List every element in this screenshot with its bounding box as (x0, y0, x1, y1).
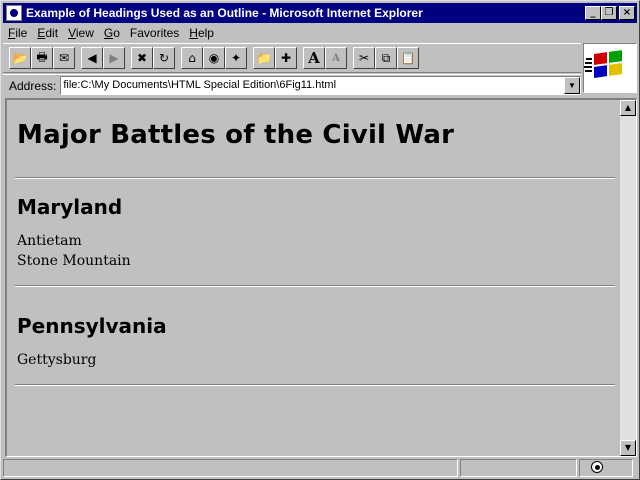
print-icon[interactable]: 🖶 (31, 47, 53, 69)
menu-go-label: o (113, 26, 120, 40)
list-item: Stone Mountain (17, 253, 131, 269)
home-icon[interactable]: ⌂ (181, 47, 203, 69)
close-button[interactable]: × (619, 6, 635, 20)
open-favorites-icon[interactable]: 📁 (253, 47, 275, 69)
stop-icon[interactable]: ✖ (131, 47, 153, 69)
menu-favorites[interactable]: Favorites (125, 24, 184, 42)
section-heading: Pennsylvania (17, 314, 167, 338)
refresh-icon[interactable]: ↻ (153, 47, 175, 69)
windows-logo-icon (583, 43, 637, 93)
toolbar: 📂 🖶 ✉ ◀ ▶ ✖ ↻ ⌂ ◉ ✦ 📁 ✚ A A ✂ ⧉ 📋 (3, 43, 581, 73)
forward-icon[interactable]: ▶ (103, 47, 125, 69)
menu-help[interactable]: Help (184, 24, 219, 42)
address-bar: Address: file:C:\My Documents\HTML Speci… (3, 74, 581, 96)
mail-icon[interactable]: ✉ (53, 47, 75, 69)
address-value: file:C:\My Documents\HTML Special Editio… (63, 79, 337, 91)
menu-favorites-label: Favorites (129, 26, 180, 40)
menu-view-label: iew (75, 26, 94, 40)
add-favorite-icon[interactable]: ✚ (275, 47, 297, 69)
address-input[interactable]: file:C:\My Documents\HTML Special Editio… (60, 76, 581, 95)
copy-icon[interactable]: ⧉ (375, 47, 397, 69)
font-larger-glyph: A (308, 49, 320, 67)
horizontal-rule (15, 384, 615, 386)
scroll-down-button[interactable]: ▼ (620, 440, 636, 456)
menu-file-label: ile (15, 26, 28, 40)
document-body: Major Battles of the Civil War Maryland … (7, 100, 618, 456)
font-smaller-glyph: A (332, 52, 340, 64)
status-zone (460, 459, 577, 477)
paste-icon[interactable]: 📋 (397, 47, 419, 69)
page-title: Major Battles of the Civil War (17, 120, 455, 150)
section-heading: Maryland (17, 195, 123, 219)
horizontal-rule (15, 285, 615, 287)
menu-edit[interactable]: Edit (32, 24, 63, 42)
cut-icon[interactable]: ✂ (353, 47, 375, 69)
back-icon[interactable]: ◀ (81, 47, 103, 69)
menu-view[interactable]: View (63, 24, 99, 42)
list-item: Gettysburg (17, 352, 97, 368)
menu-help-label: elp (197, 26, 214, 40)
menu-edit-label: dit (45, 26, 59, 40)
horizontal-rule (15, 177, 615, 179)
window-title: Example of Headings Used as an Outline -… (26, 6, 423, 20)
menu-go[interactable]: Go (99, 24, 125, 42)
status-security (579, 459, 633, 477)
status-text (3, 459, 458, 477)
menu-go-mnemonic: G (103, 26, 114, 40)
font-smaller-icon[interactable]: A (325, 47, 347, 69)
vertical-scrollbar[interactable]: ▲ ▼ (620, 100, 636, 456)
title-bar[interactable]: Example of Headings Used as an Outline -… (3, 3, 637, 23)
address-dropdown-icon[interactable]: ▼ (564, 77, 580, 94)
status-bar (3, 459, 637, 477)
menu-bar: File Edit View Go Favorites Help (3, 24, 637, 42)
menu-help-mnemonic: H (189, 26, 198, 40)
search-icon[interactable]: ◉ (203, 47, 225, 69)
list-item: Antietam (17, 233, 82, 249)
ie-app-icon[interactable] (6, 5, 22, 21)
zone-globe-icon (591, 461, 603, 473)
maximize-button[interactable]: ❐ (601, 6, 617, 20)
page-content: Major Battles of the Civil War Maryland … (5, 98, 637, 457)
minimize-button[interactable]: _ (585, 6, 601, 20)
scroll-up-button[interactable]: ▲ (620, 100, 636, 116)
address-label: Address: (9, 78, 57, 93)
browser-window: Example of Headings Used as an Outline -… (0, 0, 640, 480)
font-larger-icon[interactable]: A (303, 47, 325, 69)
menu-view-mnemonic: V (68, 26, 76, 40)
favorites-icon[interactable]: ✦ (225, 47, 247, 69)
open-folder-icon[interactable]: 📂 (9, 47, 31, 69)
menu-file[interactable]: File (3, 24, 32, 42)
